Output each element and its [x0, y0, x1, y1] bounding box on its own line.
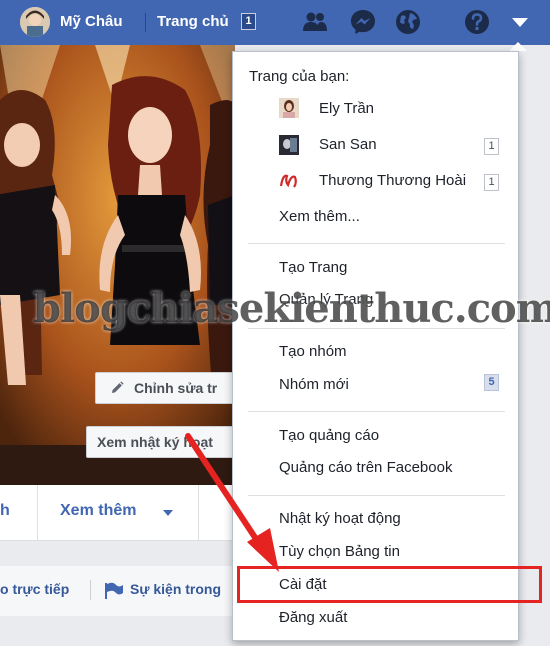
- new-groups-menu-item[interactable]: Nhóm mới: [279, 376, 349, 393]
- home-link[interactable]: Trang chủ: [157, 13, 229, 30]
- divider: [248, 243, 505, 244]
- page-link-thuong-thuong-hoai[interactable]: Thương Thương Hoài: [319, 172, 466, 189]
- top-navigation-bar: Mỹ Châu Trang chủ 1: [0, 0, 550, 45]
- divider: [198, 485, 199, 541]
- settings-highlight-box: [237, 566, 542, 603]
- divider: [145, 13, 146, 32]
- messenger-icon[interactable]: [348, 7, 378, 37]
- see-more-pages-link[interactable]: Xem thêm...: [279, 208, 360, 225]
- cover-photo: Chỉnh sửa tr Xem nhật ký hoạt: [0, 45, 235, 485]
- activity-log-menu-item[interactable]: Nhật ký hoạt động: [279, 510, 401, 527]
- watermark-text: blogchiasekienthuc.com: [33, 285, 550, 332]
- dropdown-caret-icon[interactable]: [505, 7, 535, 37]
- chevron-down-icon: [163, 510, 173, 516]
- create-group-menu-item[interactable]: Tạo nhóm: [279, 343, 347, 360]
- life-event-link[interactable]: Sự kiện trong: [130, 581, 221, 597]
- logout-menu-item[interactable]: Đăng xuất: [279, 609, 347, 626]
- help-icon[interactable]: [462, 7, 492, 37]
- page-link-san-san[interactable]: San San: [319, 136, 377, 153]
- your-pages-header: Trang của bạn:: [249, 68, 350, 85]
- divider: [248, 495, 505, 496]
- divider: [248, 411, 505, 412]
- create-ad-menu-item[interactable]: Tạo quảng cáo: [279, 427, 379, 444]
- page-thumbnail: [279, 98, 299, 118]
- profile-avatar[interactable]: [20, 7, 50, 37]
- edit-cover-button[interactable]: Chỉnh sửa tr: [95, 372, 235, 404]
- edit-cover-label: Chỉnh sửa tr: [134, 380, 218, 396]
- profile-name-link[interactable]: Mỹ Châu: [60, 13, 123, 30]
- profile-tab-bar: h Xem thêm: [0, 485, 235, 541]
- live-video-link[interactable]: o trực tiếp: [0, 581, 69, 597]
- news-feed-preferences-menu-item[interactable]: Tùy chọn Bảng tin: [279, 543, 400, 560]
- page-thumbnail: [279, 171, 299, 191]
- home-notification-badge: 1: [241, 13, 256, 30]
- dropdown-pointer: [509, 42, 527, 51]
- page-thumbnail: [279, 135, 299, 155]
- page-link-ely-tran[interactable]: Ely Trần: [319, 100, 374, 117]
- globe-icon[interactable]: [393, 7, 423, 37]
- tab-partial[interactable]: h: [0, 502, 10, 520]
- friends-icon[interactable]: [300, 7, 330, 37]
- account-dropdown-menu: Trang của bạn: Ely Trần San San 1 Thương…: [232, 51, 519, 641]
- new-groups-count-badge: 5: [484, 374, 499, 391]
- facebook-ads-menu-item[interactable]: Quảng cáo trên Facebook: [279, 459, 452, 476]
- tab-more[interactable]: Xem thêm: [60, 502, 136, 520]
- page-notification-count: 1: [484, 138, 499, 155]
- view-activity-log-button[interactable]: Xem nhật ký hoạt: [86, 426, 235, 458]
- composer-action-bar: o trực tiếp Sự kiện trong: [0, 566, 235, 616]
- view-activity-log-label: Xem nhật ký hoạt: [97, 434, 213, 450]
- divider: [90, 580, 91, 600]
- create-page-menu-item[interactable]: Tạo Trang: [279, 259, 347, 276]
- flag-icon: [104, 582, 124, 605]
- divider: [37, 485, 38, 541]
- page-notification-count: 1: [484, 174, 499, 191]
